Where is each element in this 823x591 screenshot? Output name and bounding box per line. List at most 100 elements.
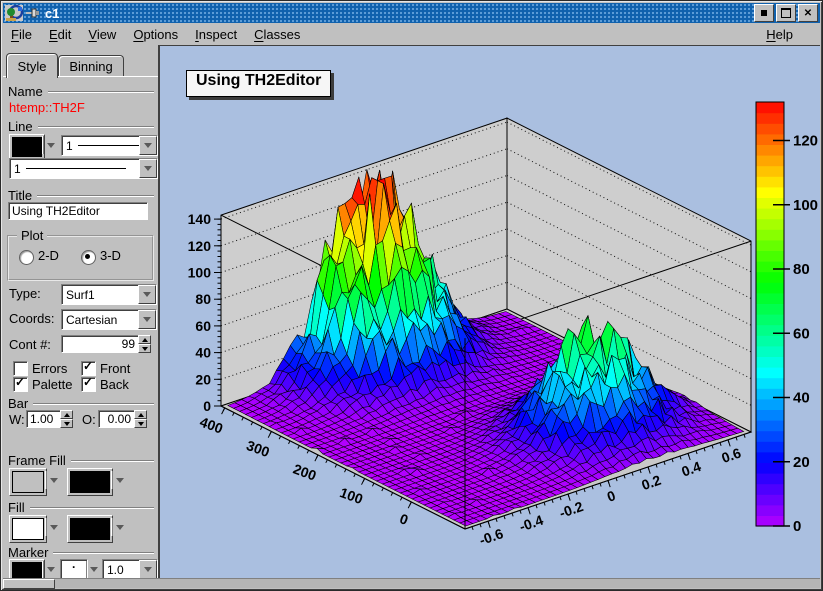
fill-pattern-dropdown[interactable] [112, 518, 127, 536]
bar-offset-label: O: [82, 412, 96, 427]
scrollbar-thumb[interactable] [3, 579, 55, 589]
type-label: Type: [9, 286, 41, 301]
menu-view[interactable]: View [88, 27, 116, 42]
menu-bar: File Edit View Options Inspect Classes Help [3, 23, 820, 45]
arrow-down-icon [141, 346, 148, 351]
bar-width-input[interactable] [26, 410, 61, 428]
svg-text:80: 80 [195, 291, 211, 307]
line-width-combo[interactable]: 1 [9, 158, 158, 179]
bar-width-spinner[interactable] [60, 410, 73, 428]
chevron-down-icon [144, 143, 152, 148]
radio-3d[interactable] [81, 250, 96, 265]
tab-style-label: Style [17, 58, 47, 74]
fill-section-header: Fill [8, 500, 154, 515]
contour-spinner[interactable] [138, 335, 151, 353]
marker-color-dropdown[interactable] [43, 561, 58, 578]
svg-text:0: 0 [605, 487, 618, 505]
svg-text:120: 120 [793, 133, 818, 150]
pin-icon[interactable] [25, 5, 41, 21]
marker-section-header: Marker [8, 545, 154, 560]
title-bar[interactable]: c1 ✕ [3, 3, 820, 23]
coords-combo[interactable]: Cartesian [61, 309, 157, 330]
errors-label: Errors [32, 361, 68, 376]
bar-section-header: Bar [8, 396, 154, 411]
tab-binning[interactable]: Binning [58, 55, 124, 77]
svg-text:40: 40 [793, 390, 810, 407]
svg-text:0: 0 [793, 518, 801, 535]
arrow-up-icon [141, 337, 148, 342]
front-checkbox[interactable] [81, 359, 96, 376]
svg-text:0.4: 0.4 [679, 458, 703, 480]
frame-fill-pattern-swatch[interactable] [67, 468, 113, 496]
svg-text:100: 100 [188, 265, 212, 281]
th2-editor-panel: Style Binning Name htemp::TH2F Line 1 1 … [3, 45, 159, 585]
horizontal-scrollbar[interactable] [3, 578, 820, 589]
errors-checkbox[interactable] [13, 361, 28, 376]
contour-label: Cont #: [9, 337, 51, 352]
palette-checkbox[interactable] [13, 375, 28, 392]
fill-color-dropdown[interactable] [46, 518, 61, 536]
plot-groupbox: Plot 2-D 3-D [7, 228, 154, 281]
menu-file[interactable]: File [11, 27, 32, 42]
menu-help: Help [766, 27, 810, 42]
fill-pattern-swatch[interactable] [67, 515, 113, 543]
tab-style[interactable]: Style [6, 53, 58, 78]
line-color-swatch[interactable] [9, 134, 45, 160]
bar-width-label: W: [9, 412, 25, 427]
canvas-c1[interactable]: 0 20 40 60 80 100 120 140 -0.6 -0.4 -0.2 0 0.2 0.4 0.6… [159, 45, 820, 579]
line-style-combo[interactable]: 1 [61, 135, 158, 156]
window-title: c1 [45, 5, 60, 21]
menu-help[interactable]: Help [766, 27, 793, 42]
contour-input[interactable] [61, 335, 139, 353]
arrow-up-icon [63, 412, 70, 417]
menu-classes[interactable]: Classes [254, 27, 300, 42]
bar-offset-spinner[interactable] [134, 410, 147, 428]
type-combo[interactable]: Surf1 [61, 284, 157, 305]
maximize-button[interactable] [776, 4, 796, 22]
bar-offset-input[interactable] [98, 410, 135, 428]
fill-color-swatch[interactable] [9, 515, 47, 543]
back-checkbox[interactable] [81, 375, 96, 392]
svg-text:20: 20 [195, 371, 211, 387]
menu-inspect[interactable]: Inspect [195, 27, 237, 42]
menu-edit[interactable]: Edit [49, 27, 71, 42]
svg-text:60: 60 [195, 318, 211, 334]
frame-fill-pattern-dropdown[interactable] [112, 471, 127, 489]
menu-options[interactable]: Options [133, 27, 178, 42]
palette-bar[interactable]: 0 20 40 60 80 100 120 [755, 101, 818, 535]
marker-style-button[interactable]: · [60, 559, 88, 579]
chevron-down-icon [50, 477, 58, 483]
name-section-header: Name [8, 84, 154, 99]
chevron-down-icon [90, 567, 98, 572]
radio-2d[interactable] [19, 250, 34, 265]
histogram-title-box[interactable]: Using TH2Editor [186, 70, 332, 97]
frame-fill-section-header: Frame Fill [8, 453, 154, 468]
chevron-down-icon [143, 292, 151, 297]
line-style-glyph [77, 145, 139, 146]
histogram-name: htemp::TH2F [9, 100, 85, 115]
back-label: Back [100, 377, 129, 392]
marker-style-dropdown[interactable] [86, 561, 101, 578]
svg-text:-0.2: -0.2 [557, 498, 585, 521]
svg-text:140: 140 [188, 211, 212, 227]
arrow-down-icon [63, 421, 70, 426]
arrow-up-icon [137, 412, 144, 417]
svg-text:300: 300 [244, 437, 272, 460]
chevron-down-icon [47, 567, 55, 572]
marker-size-combo[interactable]: 1.0 [102, 559, 158, 580]
front-label: Front [100, 361, 131, 376]
close-button[interactable]: ✕ [798, 4, 818, 22]
frame-fill-color-dropdown[interactable] [46, 471, 61, 489]
svg-text:0: 0 [398, 510, 411, 528]
svg-text:0.6: 0.6 [719, 444, 743, 466]
line-color-dropdown[interactable] [43, 136, 58, 154]
line-section-header: Line [8, 119, 154, 134]
title-input[interactable] [8, 202, 148, 220]
surf1-3d-plot[interactable]: 0 20 40 60 80 100 120 140 -0.6 -0.4 -0.2 0 0.2 0.4 0.6… [160, 46, 823, 582]
svg-text:20: 20 [793, 454, 810, 471]
svg-text:100: 100 [793, 197, 818, 214]
line-width-glyph [25, 168, 126, 169]
frame-fill-color-swatch[interactable] [9, 468, 47, 496]
minimize-button[interactable] [754, 4, 774, 22]
chevron-down-icon [116, 477, 124, 483]
